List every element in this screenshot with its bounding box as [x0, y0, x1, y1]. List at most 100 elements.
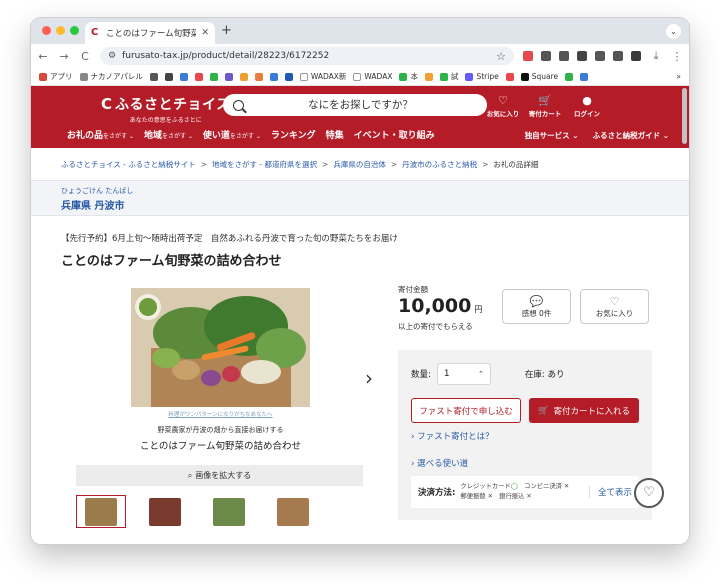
nav-item[interactable]: 使い道をさがす ⌄ — [203, 128, 261, 141]
tab-search-button[interactable]: ⌄ — [666, 24, 681, 39]
nav-item[interactable]: 地域をさがす ⌄ — [144, 128, 193, 141]
extension-icon[interactable] — [631, 51, 641, 61]
bookmark-item[interactable]: Square — [520, 72, 558, 81]
bookmark-item[interactable]: ナカノアパレル — [79, 71, 143, 82]
show-all-payment-link[interactable]: 全て表示 — [588, 486, 632, 498]
favorite-button[interactable]: ♡ お気に入り — [580, 289, 649, 324]
new-tab-button[interactable]: + — [221, 23, 232, 38]
nav-item[interactable]: 特集 — [326, 128, 344, 141]
usage-options-link[interactable]: › 選べる使い道 — [411, 457, 468, 469]
bookmarks-overflow-icon[interactable]: » — [676, 72, 681, 81]
bookmark-item[interactable]: WADAX新 — [299, 71, 346, 82]
breadcrumb-link[interactable]: 兵庫県の自治体 — [333, 159, 386, 170]
cart-header-button[interactable]: 🛒 寄付カート — [527, 94, 563, 118]
bookmark-item[interactable] — [580, 72, 589, 81]
download-icon[interactable]: ⤓ — [650, 49, 662, 63]
bookmark-item[interactable] — [164, 72, 173, 81]
extension-icon[interactable] — [523, 51, 533, 61]
nav-right-item[interactable]: ふるさと納税ガイド ⌄ — [593, 130, 669, 141]
bookmark-item[interactable] — [149, 72, 158, 81]
extension-icon[interactable] — [613, 51, 623, 61]
reload-button[interactable]: C — [79, 50, 91, 63]
extension-icon[interactable] — [541, 51, 551, 61]
fast-donation-button[interactable]: ファスト寄付で申し込む — [411, 398, 521, 423]
thumbnail-image — [149, 497, 181, 526]
nav-right-item[interactable]: 独自サービス ⌄ — [525, 130, 579, 141]
site-logo[interactable]: C ふるさとチョイス あなたの意思をふるさとに — [101, 94, 231, 124]
favorite-header-button[interactable]: ♡ お気に入り — [485, 94, 521, 118]
bookmark-item[interactable] — [239, 72, 248, 81]
extension-icon[interactable] — [577, 51, 587, 61]
bookmark-item[interactable] — [179, 72, 188, 81]
bookmark-item[interactable] — [505, 72, 514, 81]
back-button[interactable]: ← — [37, 50, 49, 63]
bookmark-favicon-icon — [299, 72, 308, 81]
nav-item[interactable]: ランキング — [271, 128, 316, 141]
bookmark-star-icon[interactable]: ☆ — [496, 50, 506, 63]
extension-icon[interactable] — [595, 51, 605, 61]
add-to-cart-button[interactable]: 🛒 寄付カートに入れる — [529, 398, 639, 423]
bookmark-item[interactable] — [424, 72, 433, 81]
bookmark-item[interactable] — [194, 72, 203, 81]
nav-item-label: お礼の品 — [67, 131, 104, 141]
login-header-button[interactable]: ● ログイン — [569, 94, 605, 118]
site-info-icon[interactable]: ⚙ — [108, 51, 116, 61]
tab-active[interactable]: C ことのはファーム旬野菜の詰め ✕ — [85, 22, 215, 44]
page-scrollbar[interactable] — [682, 88, 687, 144]
bookmark-favicon-icon — [269, 72, 278, 81]
select-arrows-icon: ⌃ — [478, 370, 484, 378]
bookmark-item[interactable] — [269, 72, 278, 81]
bookmark-favicon-icon — [580, 72, 589, 81]
breadcrumb-link[interactable]: 地域をさがす - 都道府県を選択 — [212, 159, 317, 170]
product-main-image[interactable]: 料理がワンパターンになりがちなあなたへ 野菜農家が丹波の畑から直接お届けする こ… — [131, 288, 310, 465]
fast-donation-info-link[interactable]: › ファスト寄付とは？ — [411, 430, 494, 442]
breadcrumb-link[interactable]: 丹波市のふるさと納税 — [402, 159, 477, 170]
bookmark-favicon-icon — [79, 72, 88, 81]
nav-item-label: ランキング — [270, 131, 316, 141]
bookmark-item[interactable] — [224, 72, 233, 81]
bookmark-item[interactable]: WADAX — [353, 72, 392, 81]
nav-item[interactable]: お礼の品をさがす ⌄ — [67, 128, 134, 141]
bookmark-item[interactable]: 本 — [399, 71, 418, 82]
quantity-row: 数量: 1 ⌃ 在庫: あり — [411, 363, 564, 385]
bookmark-item[interactable] — [209, 72, 218, 81]
thumbnail[interactable] — [140, 495, 190, 528]
bookmark-item[interactable] — [284, 72, 293, 81]
thumbnail[interactable] — [76, 495, 126, 528]
logo-mark: C — [101, 95, 113, 113]
comments-button[interactable]: 💬 感想 0件 — [502, 289, 571, 324]
search-icon[interactable] — [233, 99, 244, 111]
extension-icon[interactable] — [559, 51, 569, 61]
price-note: 以上の寄付でもらえる — [398, 322, 473, 331]
bookmark-apps[interactable]: アプリ — [39, 71, 73, 82]
payment-methods: 決済方法: クレジットカード◯ コンビニ決済 ✕ 郵便振替 ✕ 銀行振込 ✕ 全… — [411, 476, 639, 508]
price-label: 寄付金額 — [398, 285, 428, 294]
nav-item-label: 地域 — [143, 131, 162, 141]
maximize-window-button[interactable] — [70, 26, 79, 35]
bookmark-item[interactable]: 試 — [439, 71, 458, 82]
url-text[interactable]: furusato-tax.jp/product/detail/28223/617… — [122, 51, 490, 61]
quantity-select[interactable]: 1 ⌃ — [436, 363, 491, 385]
price-block: 寄付金額 10,000 円 以上の寄付でもらえる — [398, 284, 482, 332]
breadcrumb-link[interactable]: ふるさとチョイス - ふるさと納税サイト — [61, 159, 196, 170]
image-caption: 料理がワンパターンになりがちなあなたへ 野菜農家が丹波の畑から直接お届けする こ… — [131, 407, 310, 465]
forward-button[interactable]: → — [58, 50, 70, 63]
bookmark-item[interactable] — [254, 72, 263, 81]
next-image-arrow[interactable]: › — [365, 366, 373, 390]
thumbnail[interactable] — [268, 495, 318, 528]
region-name[interactable]: 兵庫県 丹波市 — [61, 197, 689, 212]
close-window-button[interactable] — [42, 26, 51, 35]
bookmark-item[interactable]: Stripe — [465, 72, 499, 81]
search-input[interactable] — [244, 99, 477, 111]
minimize-window-button[interactable] — [56, 26, 65, 35]
floating-favorite-button[interactable]: ♡ — [634, 478, 664, 508]
close-tab-icon[interactable]: ✕ — [201, 28, 209, 38]
bookmark-item[interactable] — [565, 72, 574, 81]
nav-item[interactable]: イベント・取り組み — [354, 128, 435, 141]
zoom-image-button[interactable]: ⌕ 画像を拡大する — [76, 465, 363, 486]
browser-menu-icon[interactable]: ⋮ — [671, 50, 683, 63]
thumbnail[interactable] — [204, 495, 254, 528]
bookmark-favicon-icon — [164, 72, 173, 81]
address-bar[interactable]: ⚙ furusato-tax.jp/product/detail/28223/6… — [100, 47, 514, 65]
quantity-label: 数量: — [411, 370, 431, 380]
